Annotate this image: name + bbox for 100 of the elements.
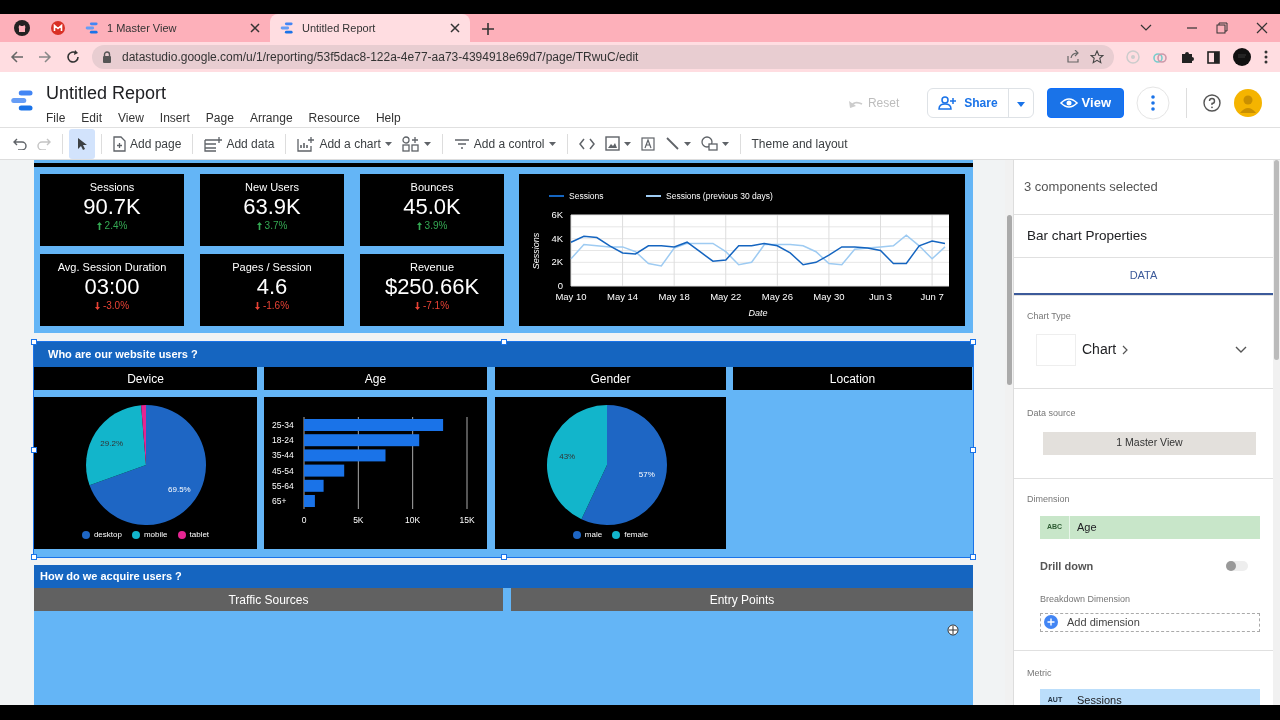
axis-label: May 10 [555,291,587,302]
scorecard[interactable]: Avg. Session Duration 03:00 -3.0% [40,254,184,326]
arrow-down-icon [414,302,420,310]
redo-icon [37,137,51,150]
add-chart-icon [297,135,316,152]
browser-tab[interactable]: Untitled Report [270,14,470,42]
resize-handle[interactable] [500,339,507,345]
chart-type-selector[interactable]: Chart [1027,333,1273,366]
axis-label: 25-34 [272,420,294,430]
close-icon[interactable] [250,23,260,33]
resize-handle[interactable] [31,446,37,453]
field-label: Dimension [1027,493,1071,506]
menu-item[interactable]: View [118,109,152,127]
scrollbar[interactable] [1005,160,1013,705]
caret-icon [721,141,729,146]
panel-header: Traffic Sources [34,588,503,611]
star-icon[interactable] [1090,50,1104,64]
metric-change: -1.6% [254,300,290,312]
axis-label: 4K [551,232,563,244]
menu-item[interactable]: Arrange [249,109,301,127]
resize-handle[interactable] [31,554,37,560]
menu-item[interactable]: File [46,109,74,127]
close-icon[interactable] [450,23,460,33]
axis-label: 35-44 [272,450,294,461]
caret-icon [548,141,556,146]
help-icon[interactable] [1203,94,1221,112]
legend-dot [612,531,621,539]
sidebar-icon[interactable] [1207,50,1220,64]
section-header: How do we acquire users ? [34,565,973,588]
view-button[interactable]: View [1046,88,1124,118]
menu-item[interactable]: Edit [81,109,111,127]
report-section[interactable]: How do we acquire users ? Traffic Sources Entry Points [34,565,973,705]
axis-label: 2K [551,256,563,268]
resize-handle[interactable] [500,554,507,560]
pie-chart[interactable]: 57% 43% male female [495,397,726,549]
reload-icon[interactable] [66,50,80,64]
data-source-button[interactable]: 1 Master View [1043,431,1256,455]
add-data-icon [204,135,223,152]
legend-dot [572,531,581,539]
resize-handle[interactable] [970,446,976,453]
scorecard[interactable]: Sessions 90.7K 2.4% [40,174,184,246]
metric-value: 4.6 [256,274,288,300]
add-control-button[interactable]: Add a control [448,130,561,157]
share-page-icon[interactable] [1066,50,1080,64]
add-dimension-button[interactable]: Add dimension [1040,612,1260,632]
theme-and-layout-button[interactable]: Theme and layout [746,130,853,157]
metric-label: Sessions [89,181,135,194]
legend-label: desktop [93,529,122,541]
report-section[interactable]: Who are our website users ? Device 69.5% 29.2% desktop mobile tablet Age 0 5K 10K 15K 25-34 18-24 35-44 45-54 55-64 65+ Gender 57% 43% male female Location [34,342,973,557]
scorecard[interactable]: Pages / Session 4.6 -1.6% [200,254,344,326]
menu-item[interactable]: Resource [308,109,368,127]
browser-tab[interactable]: 1 Master View [75,14,270,42]
eye-icon [1059,97,1078,109]
move-cursor-icon [947,624,959,636]
address-bar[interactable]: datastudio.google.com/u/1/reporting/53f5dac8-122a-4e77-aa73-4394918e69d7/page/TRwuC/edit [92,45,1114,69]
add-chart-button[interactable]: Add a chart [292,130,397,157]
report-title[interactable]: Untitled Report [46,82,417,104]
close-icon[interactable] [1256,22,1268,34]
panel-header: Device [34,367,257,390]
mail-icon[interactable] [50,20,66,36]
menu-item[interactable]: Page [205,109,242,127]
axis-label: 45-54 [272,465,294,476]
code-icon [578,137,595,150]
back-icon[interactable] [10,50,24,64]
resize-handle[interactable] [970,339,976,345]
add-icon [1044,615,1058,629]
panel-header: Age [264,367,487,390]
menu-icon[interactable] [1264,50,1268,64]
legend-dot [131,531,140,539]
add-page-button[interactable]: Add page [108,130,187,157]
metric-label: Pages / Session [232,261,312,274]
menu-item[interactable]: Insert [159,109,198,127]
bar-chart[interactable]: 0 5K 10K 15K 25-34 18-24 35-44 45-54 55-64 65+ [264,397,487,549]
pie-chart[interactable]: 69.5% 29.2% desktop mobile tablet [34,397,257,549]
profile-avatar-icon[interactable] [1233,48,1251,66]
field-label: Drill down [1040,558,1094,574]
scorecard[interactable]: New Users 63.9K 3.7% [200,174,344,246]
scorecard[interactable]: Revenue $250.66K -7.1% [360,254,504,326]
new-tab-icon[interactable] [482,22,494,35]
restore-icon[interactable] [1216,22,1228,34]
metric-change: 3.9% [416,220,448,232]
avatar-icon[interactable] [1234,89,1262,117]
menu-item[interactable]: Help [375,109,409,127]
select-tool[interactable] [69,128,95,159]
scorecard[interactable]: Bounces 45.0K 3.9% [360,174,504,246]
add-data-button[interactable]: Add data [199,130,280,157]
more-options-icon[interactable] [1136,86,1170,120]
legend-dot [177,531,186,539]
chevron-down-icon[interactable] [1140,24,1152,32]
resize-handle[interactable] [970,554,976,560]
line-chart[interactable]: 6K 4K 2K 0 Sessions May 10 May 14 May 18 May 22 May 26 May 30 Jun 3 Jun 7 Date Sessions Sessions (previous 30 days) [519,174,965,326]
panel-header: Entry Points [511,588,973,611]
shapes-plus-icon [401,135,420,152]
toggle-switch[interactable] [1226,560,1248,571]
forward-icon[interactable] [38,50,52,64]
scrollbar[interactable] [1273,160,1280,705]
axis-label: May 30 [813,291,845,302]
bar [304,479,324,492]
resize-handle[interactable] [31,339,37,345]
puzzle-icon[interactable] [1180,50,1194,64]
